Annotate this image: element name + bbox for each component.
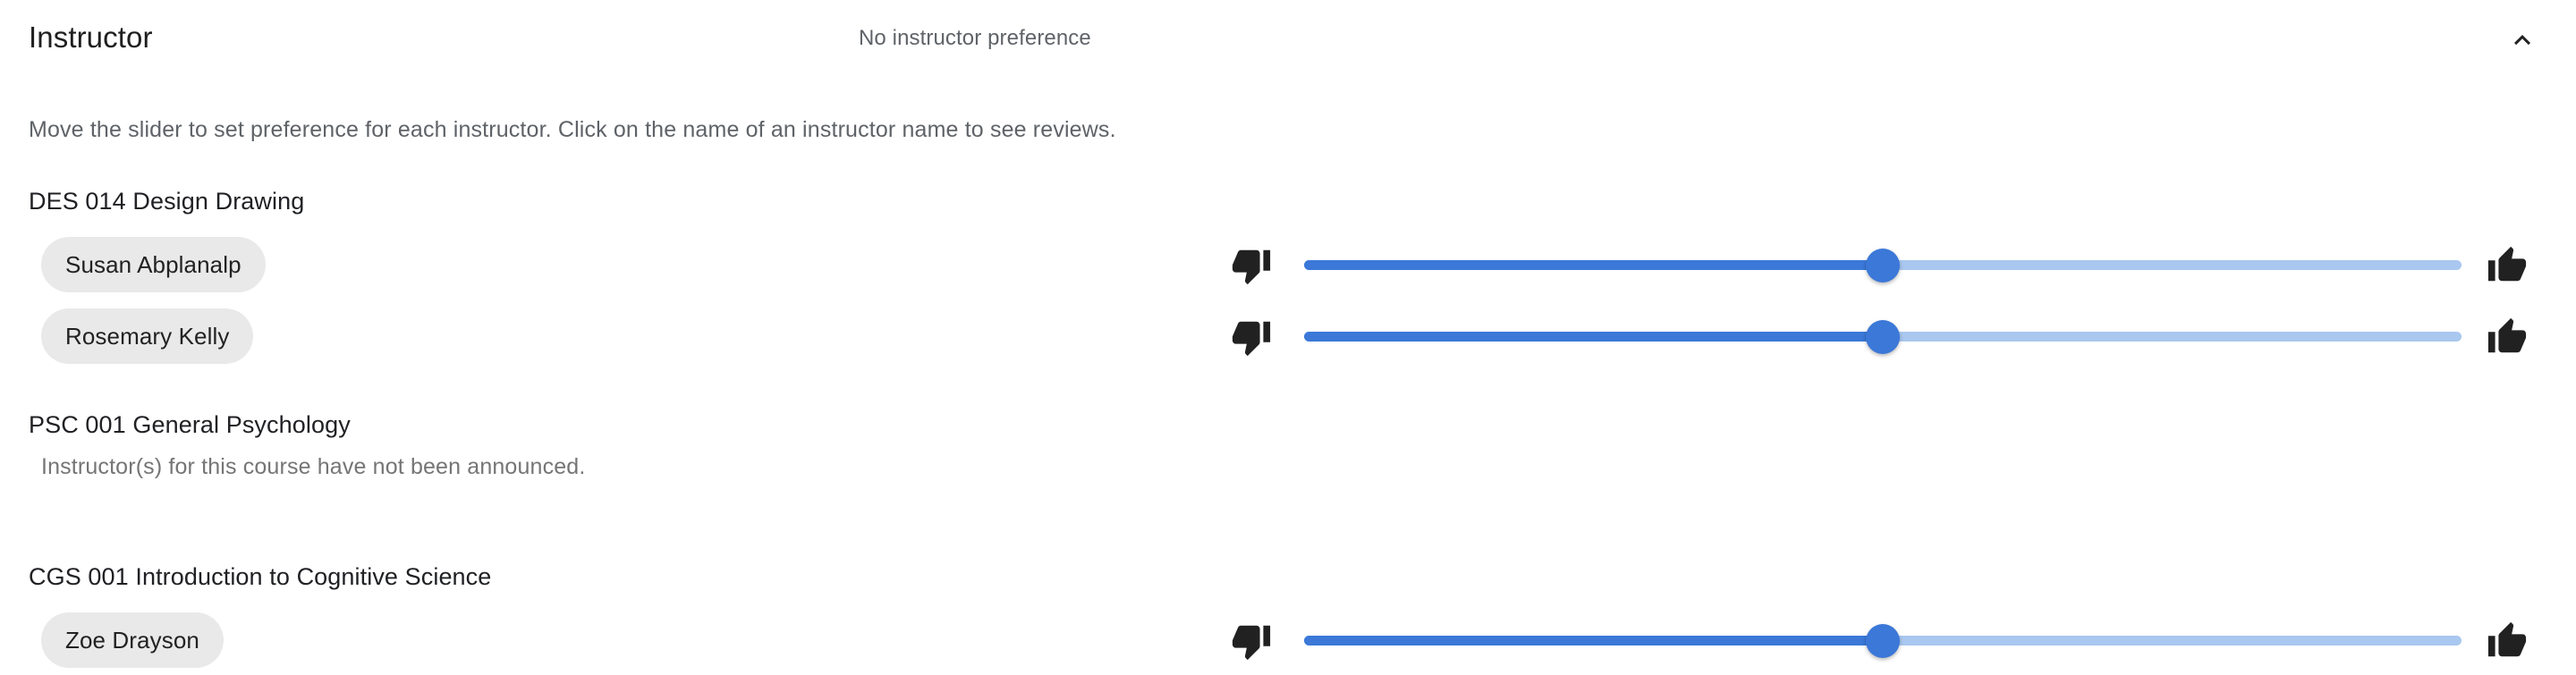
instructor-name-chip[interactable]: Zoe Drayson (41, 612, 224, 668)
instructor-preference-summary: No instructor preference (859, 26, 1091, 50)
preference-slider[interactable] (1304, 612, 2462, 668)
thumb-down-icon (1231, 245, 1272, 286)
course-title: DES 014 Design Drawing (29, 188, 305, 215)
preference-slider[interactable] (1304, 237, 2462, 292)
instructor-help-text: Move the slider to set preference for ea… (29, 117, 1116, 142)
slider-fill (1304, 260, 1883, 270)
thumb-down-icon (1231, 316, 1272, 358)
thumb-up-icon (2487, 316, 2528, 358)
slider-thumb[interactable] (1866, 249, 1900, 283)
slider-thumb[interactable] (1866, 624, 1900, 658)
thumb-up-icon (2487, 620, 2528, 662)
instructor-panel-header: Instructor No instructor preference (0, 0, 2576, 75)
instructor-row: Rosemary Kelly (0, 308, 2576, 371)
instructor-row: Susan Abplanalp (0, 237, 2576, 300)
course-title: CGS 001 Introduction to Cognitive Scienc… (29, 563, 492, 590)
thumb-up-icon (2487, 245, 2528, 286)
preference-slider[interactable] (1304, 308, 2462, 364)
page-title: Instructor (29, 21, 153, 54)
thumb-down-icon (1231, 620, 1272, 662)
instructor-row: Zoe Drayson (0, 612, 2576, 675)
course-empty-message: Instructor(s) for this course have not b… (41, 454, 586, 479)
slider-thumb[interactable] (1866, 320, 1900, 354)
chevron-up-icon (2506, 24, 2538, 56)
slider-fill (1304, 332, 1883, 342)
instructor-name-chip[interactable]: Rosemary Kelly (41, 308, 254, 364)
collapse-panel-button[interactable] (2492, 14, 2553, 66)
slider-fill (1304, 636, 1883, 645)
course-title: PSC 001 General Psychology (29, 411, 351, 438)
instructor-name-chip[interactable]: Susan Abplanalp (41, 237, 266, 292)
